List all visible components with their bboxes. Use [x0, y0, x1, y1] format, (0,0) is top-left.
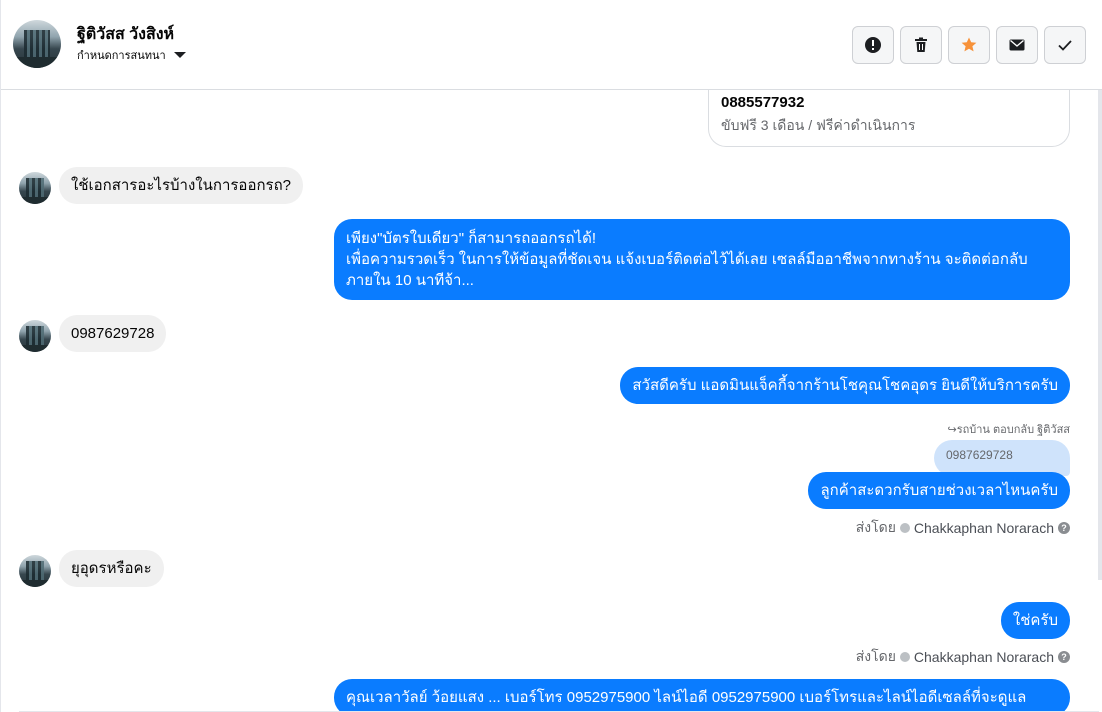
envelope-icon — [1009, 39, 1025, 51]
scrollbar[interactable] — [1098, 90, 1102, 580]
sent-by-name[interactable]: Chakkaphan Norarach — [914, 520, 1054, 536]
mark-done-button[interactable] — [1044, 26, 1086, 64]
verified-icon — [899, 523, 910, 533]
header-actions — [852, 26, 1086, 64]
sent-by-info: ส่งโดย Chakkaphan Norarach ? — [856, 646, 1070, 668]
sent-by-label: ส่งโดย — [855, 648, 896, 664]
sender-avatar[interactable] — [19, 172, 51, 204]
contact-avatar[interactable] — [13, 20, 61, 68]
help-icon[interactable]: ? — [1058, 522, 1070, 534]
message-thread[interactable]: 0885577932 ขับฟรี 3 เดือน / ฟรีค่าดำเนิน… — [1, 90, 1102, 712]
incoming-message[interactable]: ใช้เอกสารอะไรบ้างในการออกรถ? — [59, 167, 304, 204]
star-icon — [961, 37, 977, 52]
help-icon[interactable]: ? — [1058, 651, 1070, 663]
message-line: เพื่อความรวดเร็ว ในการให้ข้อมูลที่ชัดเจน… — [346, 251, 1028, 268]
star-button[interactable] — [948, 26, 990, 64]
offer-card[interactable]: 0885577932 ขับฟรี 3 เดือน / ฟรีค่าดำเนิน… — [708, 90, 1070, 147]
outgoing-message[interactable]: ลูกค้าสะดวกรับสายช่วงเวลาไหนครับ — [808, 472, 1070, 509]
conversation-window: ฐิติวัสส วังสิงห์ กำหนดการสนทนา 08855779… — [0, 0, 1102, 712]
delete-button[interactable] — [900, 26, 942, 64]
quoted-message[interactable]: 0987629728 — [934, 440, 1070, 476]
sender-avatar[interactable] — [19, 555, 51, 587]
sent-by-name[interactable]: Chakkaphan Norarach — [914, 649, 1054, 665]
conversation-header: ฐิติวัสส วังสิงห์ กำหนดการสนทนา — [1, 0, 1102, 90]
report-button[interactable] — [852, 26, 894, 64]
contact-name[interactable]: ฐิติวัสส วังสิงห์ — [77, 22, 174, 47]
incoming-message[interactable]: ยุอุดรหรือคะ — [59, 550, 164, 587]
caret-down-icon — [173, 52, 186, 58]
message-line: ภายใน 10 นาทีจ้า... — [346, 272, 474, 289]
outgoing-message[interactable]: ใช่ครับ — [1000, 602, 1070, 639]
exclamation-icon — [865, 37, 881, 53]
verified-icon — [899, 652, 910, 662]
outgoing-message[interactable]: เพียง"บัตรใบเดียว" ก็สามารถออกรถได้! เพื… — [334, 219, 1070, 300]
outgoing-message[interactable]: สวัสดีครับ แอดมินแจ็คกี้จากร้านโชคุณโชคอ… — [620, 367, 1070, 404]
trash-icon — [915, 37, 927, 52]
sent-by-info: ส่งโดย Chakkaphan Norarach ? — [856, 517, 1070, 539]
mark-unread-button[interactable] — [996, 26, 1038, 64]
conversation-options[interactable]: กำหนดการสนทนา — [77, 46, 186, 64]
offer-card-phone: 0885577932 — [721, 94, 805, 111]
sender-avatar[interactable] — [19, 320, 51, 352]
offer-card-description: ขับฟรี 3 เดือน / ฟรีค่าดำเนินการ — [721, 117, 916, 133]
conversation-options-label: กำหนดการสนทนา — [77, 50, 166, 62]
outgoing-message[interactable]: คุณเวลาวัลย์ ว้อยแสง ... เบอร์โทร 095297… — [334, 679, 1070, 712]
sent-by-label: ส่งโดย — [855, 519, 896, 535]
message-line: เพียง"บัตรใบเดียว" ก็สามารถออกรถได้! — [346, 230, 596, 247]
check-icon — [1058, 40, 1072, 51]
reply-context-label: ↪รถบ้าน ตอบกลับ ฐิติวัสส — [947, 424, 1070, 436]
incoming-message[interactable]: 0987629728 — [59, 315, 167, 352]
